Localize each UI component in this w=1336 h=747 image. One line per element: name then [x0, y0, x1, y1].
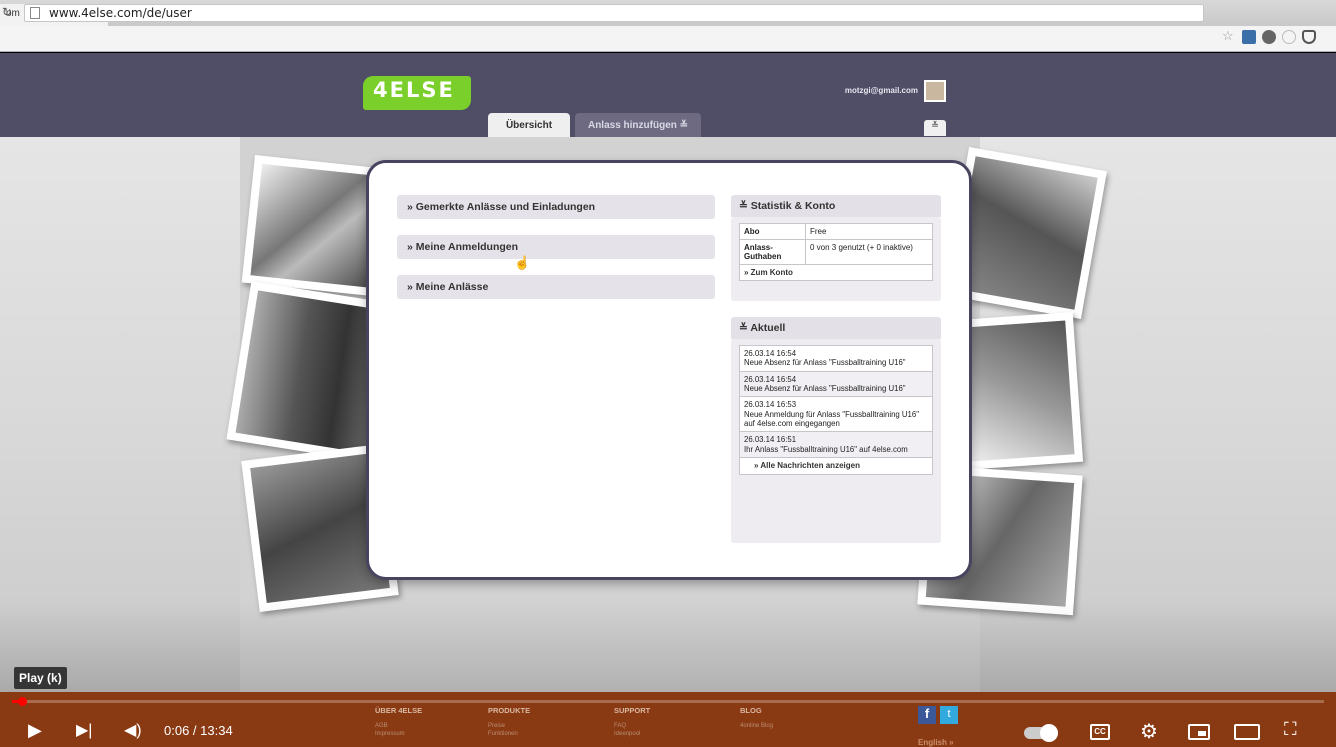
- bookmark-star-icon[interactable]: ☆: [1222, 28, 1236, 43]
- menu-chevron-icon[interactable]: ≚: [924, 120, 946, 136]
- footer-col-title: BLOG: [740, 706, 762, 715]
- footer-link-blog[interactable]: 4online Blog: [740, 722, 773, 730]
- news-text: Ihr Anlass "Fussballtraining U16" auf 4e…: [744, 444, 908, 454]
- fullscreen-icon[interactable]: ⛶: [1284, 719, 1297, 740]
- autoplay-toggle[interactable]: [1024, 724, 1058, 742]
- stats-value-guthaben: 0 von 3 genutzt (+ 0 inaktive): [805, 239, 933, 265]
- news-text: Neue Anmeldung für Anlass "Fussballtrain…: [744, 409, 919, 429]
- news-text: Neue Absenz für Anlass "Fussballtraining…: [744, 384, 906, 394]
- news-time: 26.03.14 16:54: [744, 374, 797, 384]
- table-row: Anlass-Guthaben 0 von 3 genutzt (+ 0 inak…: [739, 239, 933, 265]
- site-logo[interactable]: 4ELSE: [363, 76, 471, 110]
- section-meine-anlaesse[interactable]: » Meine Anlässe: [397, 275, 715, 299]
- address-bar: [0, 26, 1336, 52]
- language-link[interactable]: English »: [918, 738, 954, 747]
- photo-writing: [952, 311, 1084, 471]
- footer-col-title: SUPPORT: [614, 706, 651, 715]
- shield-extension-icon[interactable]: [1282, 30, 1296, 44]
- progress-scrubber[interactable]: [18, 697, 27, 706]
- alle-nachrichten-link[interactable]: » Alle Nachrichten anzeigen: [739, 458, 933, 475]
- evernote-icon[interactable]: [1262, 30, 1276, 44]
- footer-link-faq[interactable]: FAQ: [614, 722, 650, 730]
- progress-bar[interactable]: [12, 700, 1324, 703]
- zum-konto-link[interactable]: » Zum Konto: [739, 264, 933, 281]
- footer-col-support: SUPPORT FAQ Ideenpool: [614, 706, 650, 738]
- footer-col-ueber: ÜBER 4ELSE AGB Impressum: [375, 706, 422, 738]
- extension-icon[interactable]: [1242, 30, 1256, 44]
- news-time: 26.03.14 16:51: [744, 435, 797, 445]
- play-tooltip: Play (k): [14, 667, 67, 689]
- news-time: 26.03.14 16:53: [744, 400, 797, 410]
- captions-icon[interactable]: CC: [1090, 724, 1110, 740]
- footer-col-title: ÜBER 4ELSE: [375, 706, 423, 715]
- section-gemerkte-anlaesse[interactable]: » Gemerkte Anlässe und Einladungen: [397, 195, 715, 219]
- user-avatar[interactable]: [924, 80, 946, 102]
- reload-icon[interactable]: ↻: [2, 5, 12, 19]
- footer-link-agb[interactable]: AGB: [375, 722, 422, 730]
- stats-value-abo: Free: [805, 223, 933, 240]
- list-item: 26.03.14 16:54 Neue Absenz für Anlass "Fu…: [739, 345, 933, 372]
- tab-uebersicht[interactable]: Übersicht: [488, 113, 570, 137]
- section-meine-anmeldungen[interactable]: » Meine Anmeldungen: [397, 235, 715, 259]
- stats-label-abo: Abo: [739, 223, 806, 240]
- volume-icon[interactable]: ◀): [124, 720, 142, 740]
- footer-col-title: PRODUKTE: [488, 706, 531, 715]
- footer-link-funktionen[interactable]: Funktionen: [488, 730, 530, 738]
- footer-link-preise[interactable]: Preise: [488, 722, 530, 730]
- list-item: 26.03.14 16:53 Neue Anmeldung für Anlass …: [739, 397, 933, 433]
- play-icon[interactable]: ▶: [28, 720, 42, 741]
- footer-col-produkte: PRODUKTE Preise Funktionen: [488, 706, 530, 738]
- footer-link-impressum[interactable]: Impressum: [375, 730, 422, 738]
- facebook-icon[interactable]: f: [918, 706, 936, 724]
- user-email[interactable]: motzgi@gmail.com: [790, 86, 918, 95]
- stats-table: Abo Free Anlass-Guthaben 0 von 3 genutzt (…: [739, 223, 933, 281]
- dashboard-card: » Gemerkte Anlässe und Einladungen » Mei…: [366, 160, 972, 580]
- stats-label-guthaben: Anlass-Guthaben: [739, 239, 806, 265]
- news-time: 26.03.14 16:54: [744, 349, 797, 358]
- news-text: Neue Absenz für Anlass "Fussballtraining…: [744, 358, 906, 368]
- table-row: » Zum Konto: [739, 264, 933, 281]
- hand-cursor-icon: ☝: [514, 255, 531, 270]
- twitter-icon[interactable]: t: [940, 706, 958, 724]
- footer-link-ideenpool[interactable]: Ideenpool: [614, 730, 650, 738]
- stats-header[interactable]: ≚ Statistik & Konto: [731, 195, 941, 217]
- url-field[interactable]: www.4else.com/de/user: [24, 4, 1204, 22]
- footer-col-blog: BLOG 4online Blog: [740, 706, 773, 730]
- pocket-icon[interactable]: [1302, 30, 1316, 44]
- tab-anlass-hinzufuegen[interactable]: Anlass hinzufügen ≚: [575, 113, 701, 137]
- time-display: 0:06 / 13:34: [164, 723, 233, 738]
- settings-gear-icon[interactable]: ⚙: [1140, 719, 1158, 744]
- table-row: Abo Free: [739, 223, 933, 240]
- miniplayer-icon[interactable]: [1188, 724, 1210, 740]
- news-panel: 26.03.14 16:54 Neue Absenz für Anlass "Fu…: [731, 339, 941, 543]
- news-header[interactable]: ≚ Aktuell: [731, 317, 941, 339]
- next-icon[interactable]: ▶|: [76, 720, 92, 740]
- stats-panel: Abo Free Anlass-Guthaben 0 von 3 genutzt (…: [731, 217, 941, 301]
- theater-mode-icon[interactable]: [1234, 724, 1260, 740]
- list-item: 26.03.14 16:54 Neue Absenz für Anlass "Fu…: [739, 371, 933, 398]
- list-item: 26.03.14 16:51 Ihr Anlass "Fussballtraini…: [739, 432, 933, 459]
- page-icon: [30, 7, 40, 19]
